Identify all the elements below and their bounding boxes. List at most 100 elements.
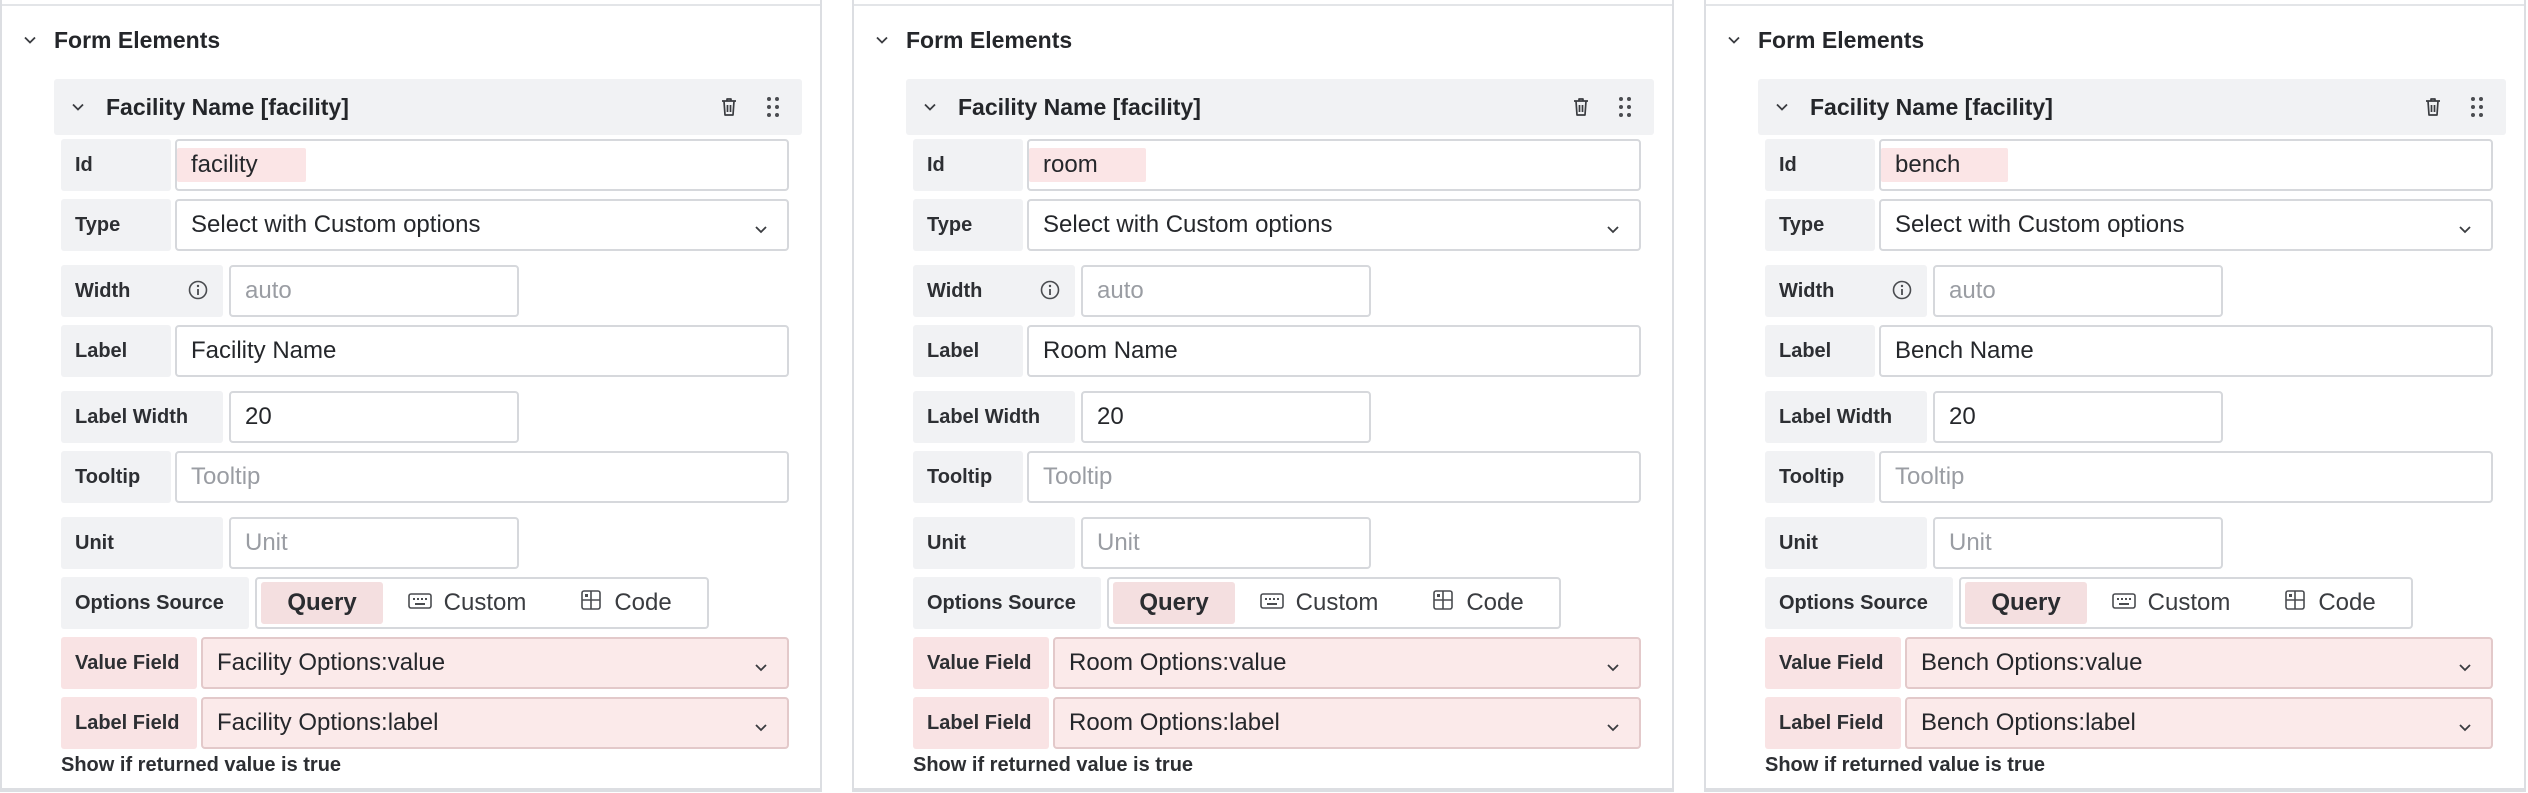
chevron-down-icon[interactable] xyxy=(868,26,896,54)
label-input[interactable]: Bench Name xyxy=(1879,325,2493,377)
type-select[interactable]: Select with Custom options xyxy=(1879,199,2493,251)
trash-icon[interactable] xyxy=(1568,94,1594,120)
section-title: Form Elements xyxy=(906,26,1073,53)
drag-handle-icon[interactable] xyxy=(1612,94,1638,120)
option-query-button[interactable]: Query xyxy=(1113,582,1235,624)
grid-icon xyxy=(2284,589,2306,618)
width-placeholder: auto xyxy=(1949,277,1996,304)
unit-input[interactable]: Unit xyxy=(1933,517,2223,569)
chevron-down-icon[interactable] xyxy=(1768,93,1796,121)
unit-input[interactable]: Unit xyxy=(1081,517,1371,569)
type-value: Select with Custom options xyxy=(1895,211,2185,238)
info-icon[interactable] xyxy=(1039,279,1061,307)
option-custom-button[interactable]: Custom xyxy=(383,582,551,624)
chevron-down-icon xyxy=(2457,714,2473,742)
label-field-select[interactable]: Facility Options:label xyxy=(201,697,789,749)
chevron-down-icon[interactable] xyxy=(916,93,944,121)
option-code-button[interactable]: Code xyxy=(2255,582,2405,624)
width-input[interactable]: auto xyxy=(1933,265,2223,317)
type-label: Type xyxy=(61,199,171,251)
label-field-label: Label Field xyxy=(61,697,197,749)
option-custom-button[interactable]: Custom xyxy=(2087,582,2255,624)
value-field-select[interactable]: Facility Options:value xyxy=(201,637,789,689)
option-code-button[interactable]: Code xyxy=(1403,582,1553,624)
trash-icon[interactable] xyxy=(2420,94,2446,120)
type-value: Select with Custom options xyxy=(1043,211,1333,238)
keyboard-icon xyxy=(1259,589,1284,617)
type-select[interactable]: Select with Custom options xyxy=(1027,199,1641,251)
chevron-down-icon[interactable] xyxy=(16,26,44,54)
info-icon[interactable] xyxy=(187,279,209,307)
element-header[interactable]: Facility Name [facility] xyxy=(54,79,802,135)
unit-label: Unit xyxy=(61,517,223,569)
label-width-input[interactable]: 20 xyxy=(229,391,519,443)
section-title: Form Elements xyxy=(54,26,221,53)
type-label: Type xyxy=(913,199,1023,251)
label-width-value: 20 xyxy=(245,403,272,430)
options-source-toggle[interactable]: Query Custom Code xyxy=(1107,577,1561,629)
tooltip-placeholder: Tooltip xyxy=(191,463,261,490)
id-label: Id xyxy=(1765,139,1875,191)
chevron-down-icon xyxy=(1605,714,1621,742)
chevron-down-icon[interactable] xyxy=(1720,26,1748,54)
chevron-down-icon xyxy=(2457,654,2473,682)
label-width-input[interactable]: 20 xyxy=(1081,391,1371,443)
section-header[interactable]: Form Elements xyxy=(16,20,220,60)
chevron-down-icon xyxy=(753,714,769,742)
show-if-text: Show if returned value is true xyxy=(61,754,342,776)
id-label: Id xyxy=(913,139,1023,191)
options-source-toggle[interactable]: Query Custom Code xyxy=(1959,577,2413,629)
width-input[interactable]: auto xyxy=(1081,265,1371,317)
tooltip-input[interactable]: Tooltip xyxy=(1879,451,2493,503)
label-field-select[interactable]: Bench Options:label xyxy=(1905,697,2493,749)
value-field-value: Room Options:value xyxy=(1069,649,1287,676)
element-title: Facility Name [facility] xyxy=(958,93,1201,120)
type-select[interactable]: Select with Custom options xyxy=(175,199,789,251)
unit-placeholder: Unit xyxy=(245,529,288,556)
option-custom-button[interactable]: Custom xyxy=(1235,582,1403,624)
section-header[interactable]: Form Elements xyxy=(1720,20,1924,60)
option-code-button[interactable]: Code xyxy=(551,582,701,624)
label-input[interactable]: Facility Name xyxy=(175,325,789,377)
id-input[interactable]: room xyxy=(1027,139,1641,191)
type-label: Type xyxy=(1765,199,1875,251)
label-field-select[interactable]: Room Options:label xyxy=(1053,697,1641,749)
id-input[interactable]: facility xyxy=(175,139,789,191)
label-input[interactable]: Room Name xyxy=(1027,325,1641,377)
section-header[interactable]: Form Elements xyxy=(868,20,1072,60)
label-field-label: Label Field xyxy=(913,697,1049,749)
element-header[interactable]: Facility Name [facility] xyxy=(906,79,1654,135)
label-label: Label xyxy=(61,325,171,377)
unit-input[interactable]: Unit xyxy=(229,517,519,569)
tooltip-input[interactable]: Tooltip xyxy=(175,451,789,503)
option-query-label: Query xyxy=(1139,589,1209,616)
show-if-text: Show if returned value is true xyxy=(1765,754,2046,776)
drag-handle-icon[interactable] xyxy=(760,94,786,120)
value-field-select[interactable]: Bench Options:value xyxy=(1905,637,2493,689)
id-input[interactable]: bench xyxy=(1879,139,2493,191)
width-placeholder: auto xyxy=(1097,277,1144,304)
chevron-down-icon xyxy=(1605,216,1621,244)
label-width-input[interactable]: 20 xyxy=(1933,391,2223,443)
chevron-down-icon[interactable] xyxy=(64,93,92,121)
chevron-down-icon xyxy=(1605,654,1621,682)
label-width-label: Label Width xyxy=(1765,391,1927,443)
option-query-button[interactable]: Query xyxy=(1965,582,2087,624)
show-if-text: Show if returned value is true xyxy=(913,754,1194,776)
element-header[interactable]: Facility Name [facility] xyxy=(1758,79,2506,135)
label-width-label: Label Width xyxy=(61,391,223,443)
tooltip-label: Tooltip xyxy=(1765,451,1875,503)
label-label: Label xyxy=(1765,325,1875,377)
value-field-label: Value Field xyxy=(61,637,197,689)
drag-handle-icon[interactable] xyxy=(2464,94,2490,120)
value-field-select[interactable]: Room Options:value xyxy=(1053,637,1641,689)
info-icon[interactable] xyxy=(1891,279,1913,307)
options-source-toggle[interactable]: Query Custom Code xyxy=(255,577,709,629)
trash-icon[interactable] xyxy=(716,94,742,120)
option-custom-label: Custom xyxy=(443,589,527,616)
value-field-value: Bench Options:value xyxy=(1921,649,2143,676)
option-query-button[interactable]: Query xyxy=(261,582,383,624)
label-value: Facility Name xyxy=(191,337,337,364)
width-input[interactable]: auto xyxy=(229,265,519,317)
tooltip-input[interactable]: Tooltip xyxy=(1027,451,1641,503)
